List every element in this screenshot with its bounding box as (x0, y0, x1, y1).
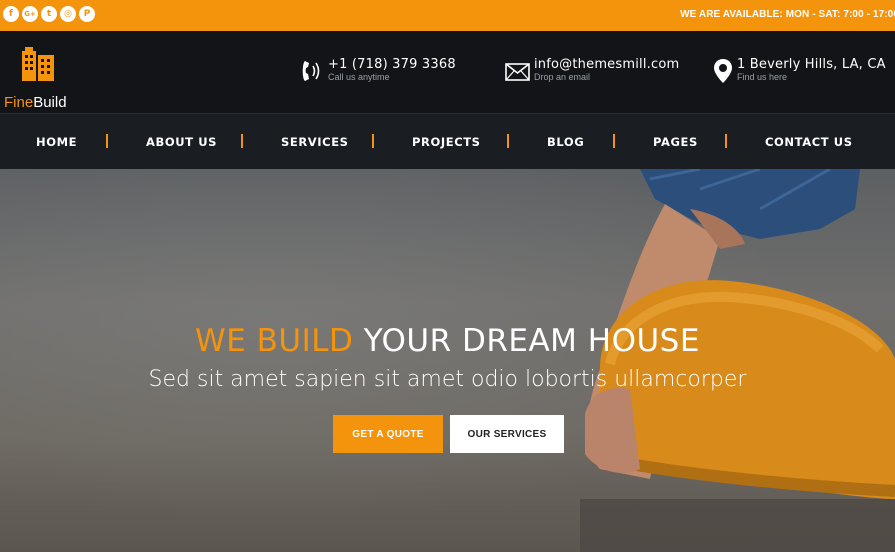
address-caption: Find us here (737, 72, 788, 82)
instagram-icon[interactable]: ◎ (60, 6, 76, 22)
hero-title: WE BUILD YOUR DREAM HOUSE (0, 323, 895, 359)
google-plus-icon[interactable]: G+ (22, 6, 38, 22)
nav-home[interactable]: HOME (36, 135, 77, 149)
top-bar: f G+ t ◎ P WE ARE AVAILABLE: MON - SAT: … (0, 0, 895, 31)
site-logo[interactable]: FineBuild (2, 43, 82, 110)
envelope-icon (505, 63, 530, 81)
nav-about-us[interactable]: ABOUT US (146, 135, 217, 149)
nav-blog[interactable]: BLOG (547, 135, 584, 149)
availability-text: WE ARE AVAILABLE: MON - SAT: 7:00 - 17:0… (680, 9, 895, 20)
hero-banner: WE BUILD YOUR DREAM HOUSE Sed sit amet s… (0, 169, 895, 552)
building-logo-icon (22, 47, 54, 81)
logo-text: FineBuild (4, 94, 67, 111)
contact-phone[interactable]: +1 (718) 379 3368 Call us anytime (300, 58, 456, 84)
contact-email[interactable]: info@themesmill.com Drop an email (505, 58, 679, 83)
header: FineBuild +1 (718) 379 3368 Call us anyt… (0, 31, 895, 113)
nav-separator (241, 134, 243, 148)
contact-address[interactable]: 1 Beverly Hills, LA, CA Find us here (713, 58, 886, 84)
nav-contact-us[interactable]: CONTACT US (765, 135, 853, 149)
our-services-button[interactable]: OUR SERVICES (450, 415, 564, 453)
nav-projects[interactable]: PROJECTS (412, 135, 481, 149)
pinterest-icon[interactable]: P (79, 6, 95, 22)
phone-icon (302, 61, 320, 81)
nav-separator (106, 134, 108, 148)
hero-subtitle: Sed sit amet sapien sit amet odio lobort… (148, 367, 747, 392)
nav-separator (507, 134, 509, 148)
address-text: 1 Beverly Hills, LA, CA (737, 57, 886, 72)
hero-title-accent: WE BUILD (195, 323, 354, 359)
email-address: info@themesmill.com (534, 57, 680, 72)
email-caption: Drop an email (534, 72, 591, 82)
nav-services[interactable]: SERVICES (281, 135, 349, 149)
phone-caption: Call us anytime (328, 72, 390, 82)
get-a-quote-button[interactable]: GET A QUOTE (333, 415, 443, 453)
nav-pages[interactable]: PAGES (653, 135, 698, 149)
map-pin-icon (714, 59, 732, 83)
hero-title-rest: YOUR DREAM HOUSE (353, 323, 700, 359)
hero-worker-hardhat-image (580, 169, 895, 552)
main-navigation: HOME ABOUT US SERVICES PROJECTS BLOG PAG… (0, 113, 895, 169)
nav-separator (372, 134, 374, 148)
social-links: f G+ t ◎ P (3, 6, 95, 22)
twitter-icon[interactable]: t (41, 6, 57, 22)
facebook-icon[interactable]: f (3, 6, 19, 22)
phone-number: +1 (718) 379 3368 (328, 57, 456, 72)
nav-separator (725, 134, 727, 148)
nav-separator (613, 134, 615, 148)
